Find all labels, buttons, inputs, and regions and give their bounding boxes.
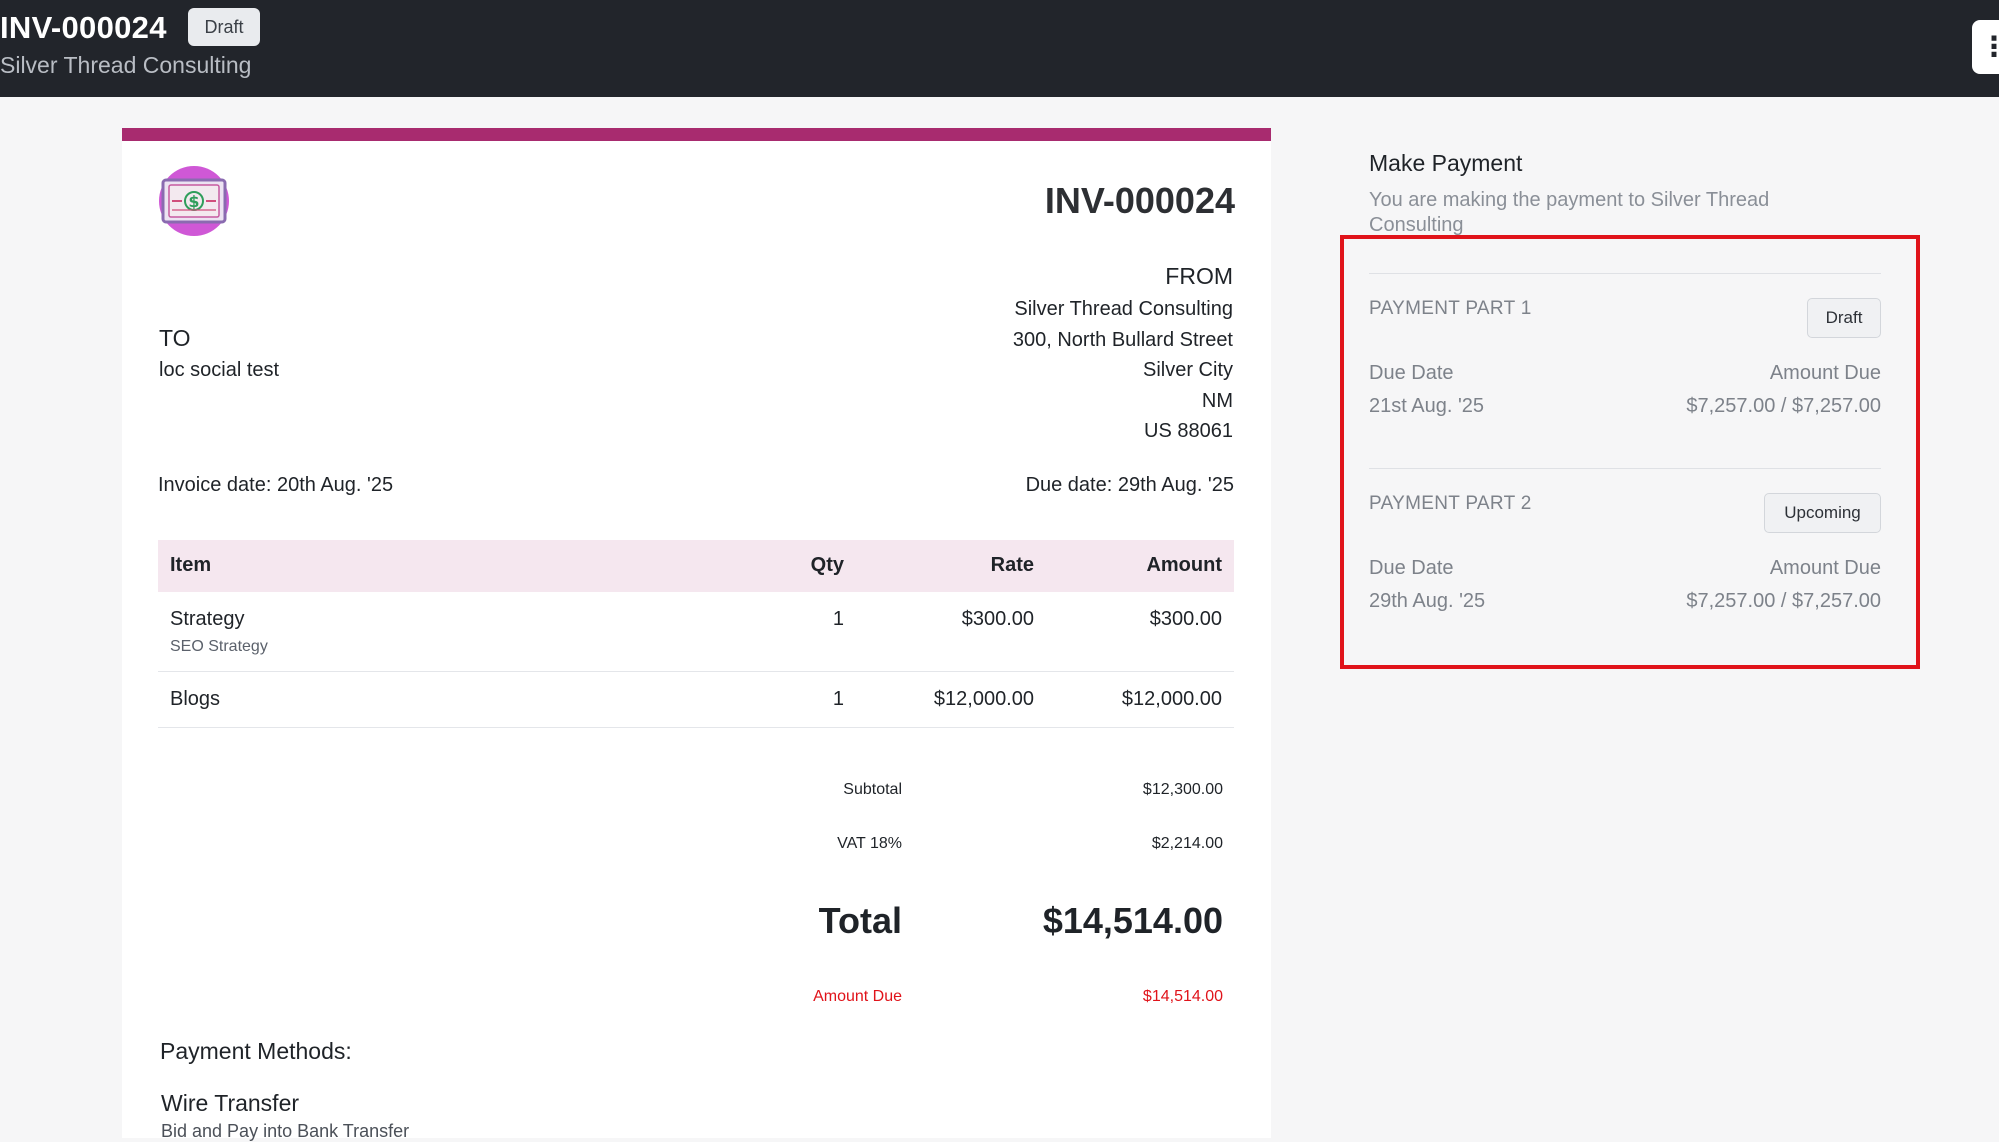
header-item: Item: [170, 554, 212, 576]
to-label: TO: [159, 325, 191, 351]
dollar-bill-icon: $: [158, 165, 230, 237]
header-company-name: Silver Thread Consulting: [0, 52, 252, 78]
from-city: Silver City: [1142, 359, 1233, 381]
due-date: Due date: 29th Aug. '25: [1025, 474, 1234, 496]
total-label: Total: [818, 900, 902, 941]
from-address: FROM Silver Thread Consulting 300, North…: [1013, 260, 1233, 447]
svg-text:$: $: [188, 192, 199, 211]
header-rate: Rate: [990, 554, 1034, 576]
from-label: FROM: [1165, 263, 1233, 289]
to-name: loc social test: [159, 359, 280, 381]
invoice-accent-bar: [122, 128, 1271, 141]
vat-label: VAT 18%: [837, 835, 902, 852]
invoice-date: Invoice date: 20th Aug. '25: [158, 474, 394, 496]
table-header: Item Qty Rate Amount: [158, 540, 1234, 592]
row-qty: 1: [832, 688, 844, 710]
subtotal-label: Subtotal: [843, 781, 902, 798]
amount-due-value: $14,514.00: [1142, 988, 1223, 1005]
menu-button[interactable]: ⋮: [1972, 20, 1999, 74]
row-item: Strategy: [170, 608, 245, 630]
payment-parts-highlight: [1340, 235, 1920, 669]
payment-methods-heading: Payment Methods:: [160, 1038, 352, 1064]
row-amount: $300.00: [1149, 608, 1222, 630]
make-payment-subtitle: You are making the payment to Silver Thr…: [1369, 189, 1770, 236]
header-amount: Amount: [1146, 554, 1222, 576]
wire-transfer-description: Bid and Pay into Bank Transfer: [161, 1121, 410, 1141]
subtotal-value: $12,300.00: [1142, 781, 1223, 798]
table-row: Blogs 1 $12,000.00 $12,000.00: [158, 672, 1234, 728]
invoice-number: INV-000024: [1044, 180, 1235, 221]
top-bar: INV-000024 Draft Silver Thread Consultin…: [0, 0, 1999, 97]
header-invoice-id: INV-000024: [0, 10, 167, 45]
row-rate: $300.00: [961, 608, 1034, 630]
from-zip: US 88061: [1144, 420, 1233, 442]
row-description: SEO Strategy: [170, 638, 268, 655]
kebab-menu-icon: ⋮: [1980, 31, 1999, 62]
to-address: TO loc social test: [159, 322, 279, 385]
status-badge: Draft: [188, 8, 260, 46]
amount-due-label: Amount Due: [813, 988, 902, 1005]
table-row: Strategy SEO Strategy 1 $300.00 $300.00: [158, 592, 1234, 672]
from-street: 300, North Bullard Street: [1012, 328, 1233, 351]
row-item: Blogs: [170, 688, 221, 710]
row-rate: $12,000.00: [933, 688, 1034, 710]
from-company: Silver Thread Consulting: [1014, 298, 1233, 320]
vat-value: $2,214.00: [1151, 835, 1223, 852]
row-qty: 1: [832, 608, 844, 630]
total-value: $14,514.00: [1042, 900, 1223, 941]
header-qty: Qty: [810, 554, 844, 576]
row-amount: $12,000.00: [1121, 688, 1222, 710]
invoice-document: $ INV-000024 FROM Silver Thread Consulti…: [122, 128, 1271, 1141]
make-payment-title: Make Payment: [1369, 150, 1523, 176]
from-state: NM: [1201, 389, 1233, 412]
line-items-table: Item Qty Rate Amount Strategy SEO Strate…: [158, 540, 1234, 728]
wire-transfer-method[interactable]: Wire Transfer: [161, 1090, 299, 1117]
